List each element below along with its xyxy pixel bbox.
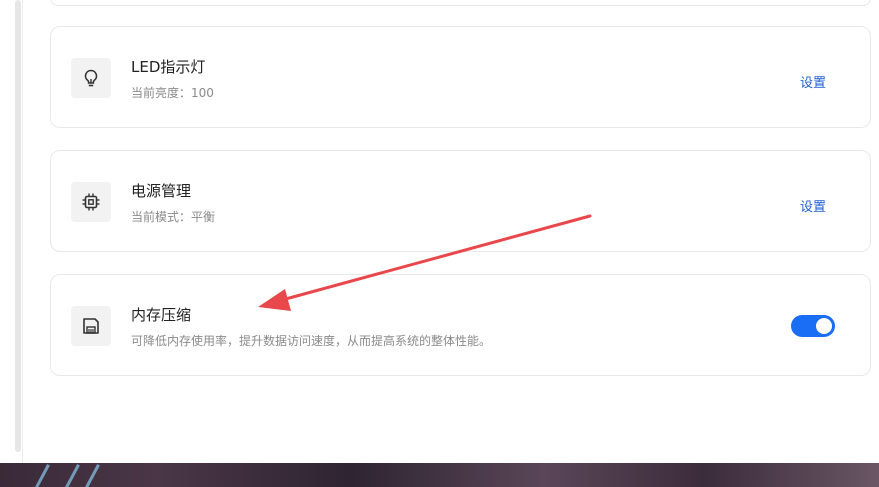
toggle-knob	[816, 318, 832, 334]
chip-icon	[71, 182, 111, 222]
previous-setting-card	[50, 0, 871, 6]
lightbulb-icon	[71, 58, 111, 98]
power-settings-button[interactable]: 设置	[800, 196, 826, 215]
led-settings-button[interactable]: 设置	[800, 72, 826, 91]
setting-card-memory: 内存压缩 可降低内存使用率，提升数据访问速度，从而提高系统的整体性能。	[50, 274, 871, 376]
setting-subtitle: 可降低内存使用率，提升数据访问速度，从而提高系统的整体性能。	[131, 334, 492, 348]
setting-card-power: 电源管理 当前模式：平衡 设置	[50, 150, 871, 252]
settings-window: LED指示灯 当前亮度：100 设置 电源管理 当前模式：平衡 设置 内存压缩 …	[0, 0, 879, 463]
setting-subtitle: 当前模式：平衡	[131, 210, 216, 224]
floppy-disk-icon	[71, 306, 111, 346]
setting-subtitle: 当前亮度：100	[131, 86, 214, 100]
memory-compression-toggle[interactable]	[791, 315, 835, 337]
setting-title: 内存压缩	[131, 306, 192, 324]
setting-title: LED指示灯	[131, 58, 206, 76]
scrollbar[interactable]	[15, 0, 21, 452]
setting-card-led: LED指示灯 当前亮度：100 设置	[50, 26, 871, 128]
setting-title: 电源管理	[131, 182, 192, 200]
window-left-edge	[0, 0, 23, 463]
desktop-wallpaper	[0, 463, 879, 487]
